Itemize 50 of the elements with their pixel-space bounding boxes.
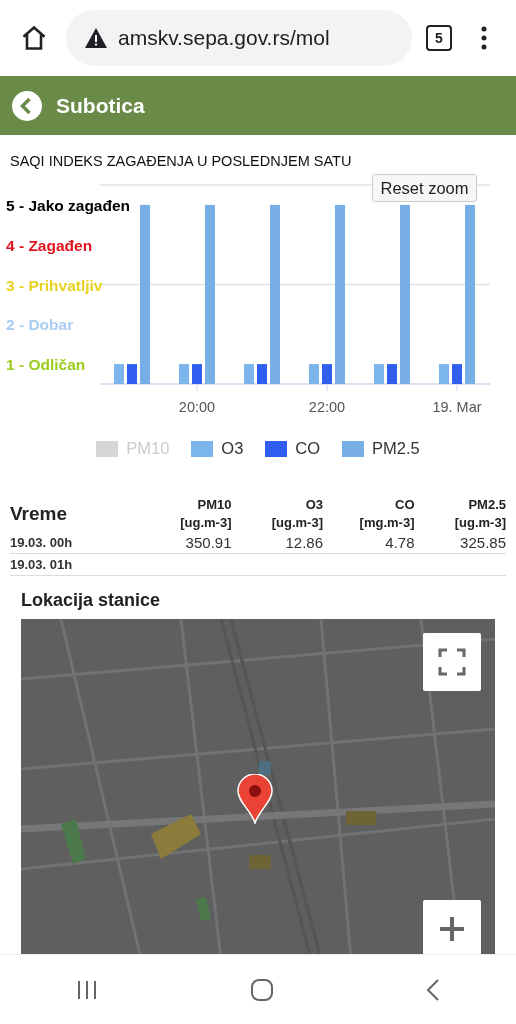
table-cell-text: 12.86 <box>284 534 323 551</box>
axis-label: 4 - Zagađen <box>6 236 93 254</box>
legend-item[interactable]: O3 <box>191 439 244 458</box>
table-cell-text: 4.78 <box>384 534 415 551</box>
table-cell-text: 19.03. 01h <box>10 557 74 572</box>
bar <box>127 364 137 384</box>
page-title: Subotica <box>56 93 145 118</box>
table-cell-text: 325.85 <box>459 534 506 551</box>
column-header: PM2.5 [ug.m-3] <box>453 496 506 532</box>
bar <box>244 364 254 384</box>
axis-label: 5 - Jako zagađen <box>6 196 131 214</box>
back-nav-icon[interactable] <box>426 978 440 1001</box>
back-icon[interactable] <box>12 90 42 121</box>
axis-label: 2 - Dobar <box>6 316 74 334</box>
table-cell-text: 19.03. 00h <box>10 535 74 550</box>
column-header: O3 [ug.m-3] <box>270 496 323 532</box>
axis-label: 22:00 <box>308 399 346 415</box>
bar <box>439 364 449 384</box>
legend-item[interactable]: CO <box>265 439 321 458</box>
home-button-icon[interactable] <box>250 977 274 1002</box>
column-header: PM10 [ug.m-3] <box>179 496 232 532</box>
bar <box>114 364 124 384</box>
axis-label: 19. Mar <box>432 399 482 415</box>
recent-apps-icon[interactable] <box>76 979 98 1000</box>
bar <box>374 364 384 384</box>
fullscreen-button[interactable] <box>423 633 481 691</box>
map-pin-icon[interactable] <box>237 774 273 824</box>
section-title: Lokacija stanice <box>20 589 162 612</box>
reset-zoom-button[interactable]: Reset zoom <box>372 174 477 202</box>
bar <box>452 364 462 384</box>
plus-icon <box>439 916 465 942</box>
zoom-in-button[interactable] <box>423 900 481 954</box>
bar <box>309 364 319 384</box>
fullscreen-icon <box>438 648 466 676</box>
legend-item[interactable]: PM2.5 <box>342 439 420 458</box>
bar <box>257 364 267 384</box>
axis-label: 20:00 <box>178 399 216 415</box>
bar <box>322 364 332 384</box>
bar <box>387 364 397 384</box>
table-cell-text: 350.91 <box>184 534 232 551</box>
axis-label: 1 - Odličan <box>6 356 86 374</box>
axis-label: 3 - Prihvatljiv <box>6 276 103 294</box>
tab-counter[interactable]: 5 <box>426 25 452 51</box>
address-bar[interactable]: amskv.sepa.gov.rs/mol <box>66 10 412 66</box>
bar <box>192 364 202 384</box>
chart-title: SAQI INDEKS ZAGAĐENJA U POSLEDNJEM SATU <box>9 152 353 169</box>
column-header: Vreme <box>10 503 69 525</box>
bar <box>179 364 189 384</box>
warning-icon <box>84 27 108 49</box>
column-header: CO [mg.m-3] <box>358 496 415 532</box>
